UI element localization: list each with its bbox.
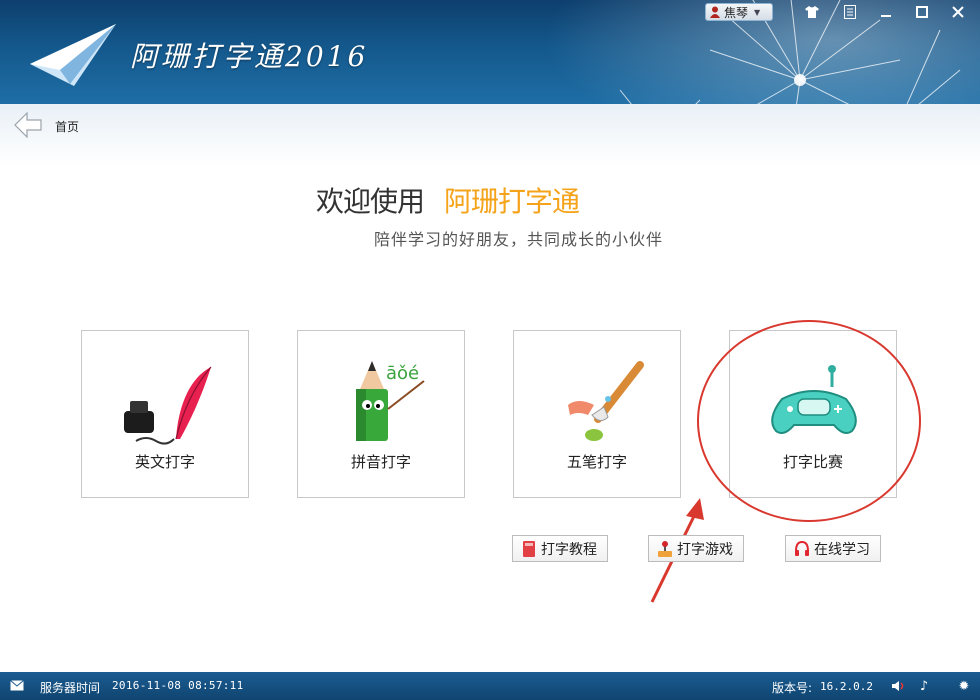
gear-icon: ✹	[958, 678, 970, 694]
paper-plane-icon	[30, 24, 116, 86]
shirt-icon	[805, 6, 819, 18]
home-link[interactable]: 首页	[55, 118, 79, 135]
music-button[interactable]: ♪	[916, 678, 932, 694]
chevron-down-icon: ▼	[754, 7, 761, 17]
skin-button[interactable]	[800, 2, 824, 22]
nav-bar	[0, 104, 980, 166]
server-time-value: 2016-11-08 08:57:11	[112, 679, 244, 692]
menu-button[interactable]	[838, 2, 862, 22]
minimize-button[interactable]	[874, 2, 898, 22]
user-name: 焦琴	[724, 5, 749, 20]
online-learning-button[interactable]: 在线学习	[785, 535, 881, 562]
app-title: 阿珊打字通2016	[130, 40, 369, 73]
welcome-brand: 阿珊打字通	[444, 185, 580, 218]
module-card-wubi[interactable]: 五笔打字	[513, 330, 681, 498]
welcome-heading: 欢迎使用 阿珊打字通	[316, 180, 580, 220]
title-bar: 阿珊打字通2016 焦琴 ▼	[0, 0, 980, 104]
annotation-circle	[697, 320, 921, 522]
pinyin-letters: āǒé	[386, 363, 419, 384]
maximize-icon	[916, 6, 928, 18]
online-learning-label: 在线学习	[814, 541, 870, 558]
game-button[interactable]: 打字游戏	[648, 535, 744, 562]
mail-icon[interactable]	[10, 680, 24, 691]
welcome-prefix: 欢迎使用	[316, 185, 425, 218]
music-note-icon: ♪	[919, 678, 929, 694]
paintbrush-icon	[568, 361, 644, 441]
speaker-icon	[892, 681, 904, 691]
version-label: 版本号:	[772, 681, 813, 695]
settings-button[interactable]: ✹	[956, 678, 972, 694]
module-label: 拼音打字	[350, 453, 411, 471]
user-menu-button[interactable]: 焦琴 ▼	[705, 3, 773, 21]
back-arrow-icon[interactable]	[14, 112, 42, 138]
minimize-icon	[881, 15, 891, 17]
list-icon	[844, 5, 856, 19]
close-icon	[952, 6, 964, 18]
version-value: 16.2.0.2	[820, 680, 873, 693]
server-time-label: 服务器时间	[40, 681, 101, 695]
tutorial-label: 打字教程	[541, 541, 597, 558]
module-card-pinyin[interactable]: āǒé 拼音打字	[297, 330, 465, 498]
app-logo: 阿珊打字通2016	[30, 24, 368, 86]
module-card-english[interactable]: 英文打字	[81, 330, 249, 498]
game-label: 打字游戏	[677, 541, 733, 558]
module-label: 五笔打字	[566, 453, 627, 471]
ink-quill-icon	[124, 366, 212, 445]
app-window: 阿珊打字通2016 焦琴 ▼ 首页 欢迎使用 阿珊打字通 陪伴学习的好朋友，共同…	[0, 0, 980, 700]
headset-icon	[795, 540, 809, 556]
user-icon	[710, 6, 720, 18]
joystick-icon	[658, 540, 672, 557]
book-icon	[523, 540, 535, 557]
tutorial-button[interactable]: 打字教程	[512, 535, 608, 562]
pencil-mascot-icon: āǒé	[356, 361, 425, 441]
sound-button[interactable]	[890, 678, 906, 694]
welcome-subtitle: 陪伴学习的好朋友，共同成长的小伙伴	[374, 230, 664, 249]
module-label: 英文打字	[134, 453, 195, 471]
maximize-button[interactable]	[910, 2, 934, 22]
status-bar: 服务器时间 2016-11-08 08:57:11 版本号: 16.2.0.2 …	[0, 672, 980, 700]
close-button[interactable]	[946, 2, 970, 22]
